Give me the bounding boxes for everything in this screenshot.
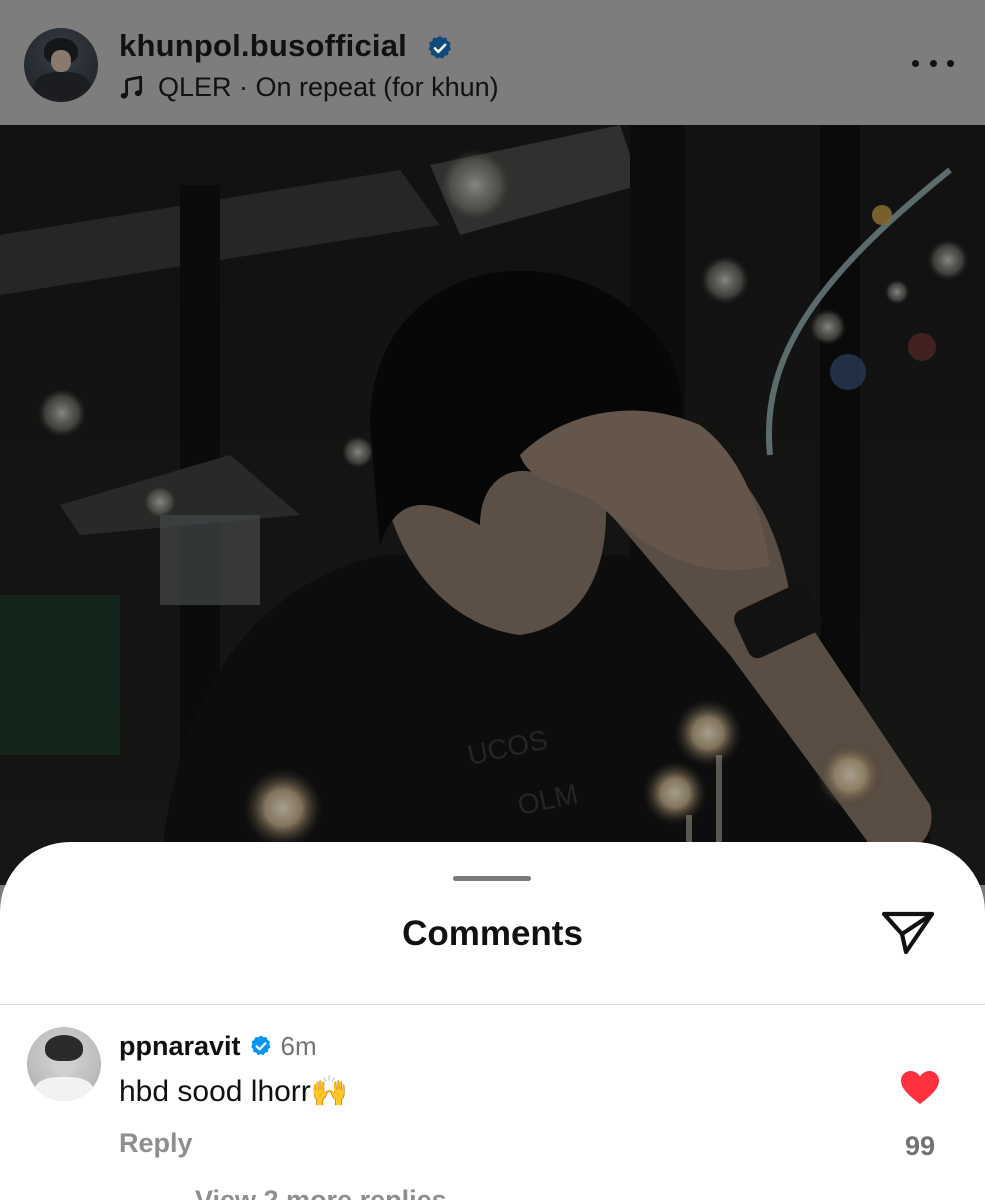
sheet-drag-handle[interactable] <box>453 876 531 881</box>
author-avatar[interactable] <box>24 28 98 102</box>
more-options-icon[interactable] <box>912 50 954 76</box>
music-text: QLER · On repeat (for khun) <box>158 72 499 102</box>
post-header: khunpol.busofficial QLER · On repeat (fo… <box>0 0 985 125</box>
comment-timestamp: 6m <box>280 1030 317 1061</box>
comment-text: hbd sood lhorr🙌 <box>119 1075 349 1108</box>
post-photo-image: UCOS OLM <box>0 125 985 885</box>
comment-avatar[interactable] <box>27 1027 101 1101</box>
verified-badge-icon <box>428 35 452 59</box>
comment-header: ppnaravit 6m <box>119 1031 317 1061</box>
comment-username[interactable]: ppnaravit <box>119 1031 241 1062</box>
instagram-post-screen: khunpol.busofficial QLER · On repeat (fo… <box>0 0 985 1200</box>
sheet-divider <box>0 1004 985 1005</box>
verified-badge-icon <box>250 1035 271 1056</box>
post-photo[interactable]: UCOS OLM <box>0 125 985 885</box>
author-username[interactable]: khunpol.busofficial <box>119 28 407 64</box>
share-send-icon[interactable] <box>880 908 936 958</box>
heart-icon[interactable] <box>900 1070 940 1106</box>
reply-button[interactable]: Reply <box>119 1128 193 1159</box>
view-replies-button[interactable]: View 2 more replies <box>195 1185 447 1200</box>
music-attribution[interactable]: QLER · On repeat (for khun) <box>119 72 499 103</box>
comments-sheet: Comments ppnaravit 6m hbd sood lhorr🙌 Re… <box>0 842 985 1200</box>
music-note-icon <box>120 75 143 99</box>
comments-title: Comments <box>402 914 583 953</box>
like-count: 99 <box>904 1131 936 1161</box>
